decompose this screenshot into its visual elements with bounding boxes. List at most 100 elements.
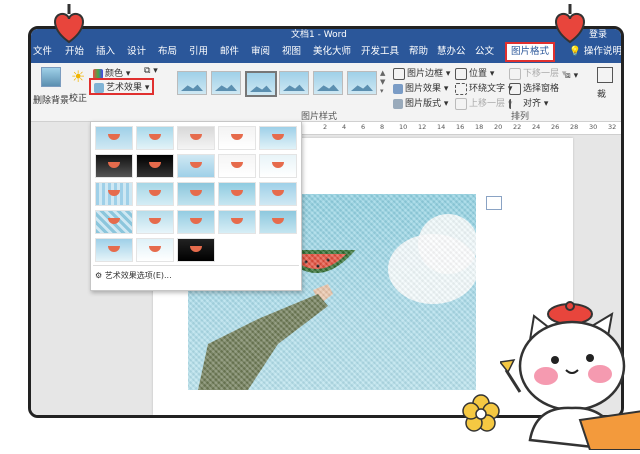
tell-me-search[interactable]: 💡 操作说明搜索 xyxy=(569,41,621,63)
title-bar: 文档1 - Word 登录 xyxy=(31,29,621,41)
options-icon: ⚙ xyxy=(95,271,103,280)
style-thumb[interactable] xyxy=(313,71,343,95)
ruler-tick-label: 22 xyxy=(513,123,522,131)
tab-file[interactable]: 文件 xyxy=(33,41,52,63)
artistic-effect-thumb[interactable] xyxy=(177,238,215,262)
ruler-tick-label: 8 xyxy=(380,123,385,131)
artistic-effect-thumb[interactable] xyxy=(218,210,256,234)
tab-gongwen[interactable]: 公文 xyxy=(475,41,494,63)
artistic-effect-thumb[interactable] xyxy=(218,182,256,206)
artistic-effect-thumb[interactable] xyxy=(95,238,133,262)
corrections-label: 校正 xyxy=(69,94,88,104)
ruler-tick-label: 20 xyxy=(494,123,503,131)
artistic-effect-thumb[interactable] xyxy=(218,154,256,178)
arrange-group-label: 排列 xyxy=(511,112,530,122)
style-thumb[interactable] xyxy=(245,71,277,97)
corrections-button[interactable]: ☀ 校正 xyxy=(69,67,87,104)
style-thumb[interactable] xyxy=(211,71,241,95)
effects-icon xyxy=(393,83,403,94)
style-thumb[interactable] xyxy=(347,71,377,95)
remove-background-icon xyxy=(41,67,61,87)
tab-mailings[interactable]: 邮件 xyxy=(220,41,239,63)
tab-view[interactable]: 视图 xyxy=(282,41,301,63)
artistic-effect-thumb[interactable] xyxy=(95,126,133,150)
send-backward-button[interactable]: 下移一层 ▾ xyxy=(509,66,566,80)
remove-background-label: 删除背景 xyxy=(33,96,70,106)
artistic-effect-thumb[interactable] xyxy=(95,210,133,234)
position-icon xyxy=(455,67,467,80)
window-title: 文档1 - Word xyxy=(291,30,347,40)
artistic-effect-thumb[interactable] xyxy=(136,238,174,262)
align-icon xyxy=(509,98,521,109)
selection-pane-icon xyxy=(509,82,521,95)
crop-icon xyxy=(597,67,613,83)
group-button[interactable]: ⧈ ▾ xyxy=(565,71,578,81)
tab-review[interactable]: 审阅 xyxy=(251,41,270,63)
bring-forward-button[interactable]: 上移一层 ▾ xyxy=(455,96,512,110)
ribbon-tabs: 文件 开始 插入 设计 布局 引用 邮件 审阅 视图 美化大师 开发工具 帮助 … xyxy=(31,41,621,63)
tab-home[interactable]: 开始 xyxy=(65,41,84,63)
style-thumb[interactable] xyxy=(279,71,309,95)
layout-options-icon[interactable] xyxy=(486,196,502,210)
sun-icon: ☀ xyxy=(71,67,86,86)
style-thumb[interactable] xyxy=(177,71,207,95)
picture-border-button[interactable]: 图片边框 ▾ xyxy=(393,66,450,80)
artistic-effect-thumb[interactable] xyxy=(218,126,256,150)
tab-help[interactable]: 帮助 xyxy=(409,41,428,63)
tab-picture-format[interactable]: 图片格式 xyxy=(504,42,556,62)
color-button[interactable]: 颜色 ▾ xyxy=(93,66,130,79)
artistic-effects-options[interactable]: ⚙ 艺术效果选项(E)... xyxy=(95,270,172,281)
tab-beautify[interactable]: 美化大师 xyxy=(313,41,351,63)
artistic-effect-thumb[interactable] xyxy=(136,126,174,150)
ruler-tick-label: 4 xyxy=(342,123,347,131)
ruler-tick-label: 24 xyxy=(532,123,541,131)
ruler-tick-label: 28 xyxy=(570,123,579,131)
tab-design[interactable]: 设计 xyxy=(127,41,146,63)
tab-insert[interactable]: 插入 xyxy=(96,41,115,63)
signin-link[interactable]: 登录 xyxy=(589,29,607,41)
artistic-effect-thumb[interactable] xyxy=(259,154,297,178)
color-icon xyxy=(93,68,103,79)
artistic-effects-button[interactable]: 艺术效果 ▾ xyxy=(88,78,155,95)
heart-sticker-left xyxy=(50,4,88,44)
bring-forward-icon xyxy=(455,97,467,110)
border-icon xyxy=(393,67,405,80)
position-button[interactable]: 位置 ▾ xyxy=(455,66,494,80)
selection-pane-button[interactable]: 选择窗格 xyxy=(509,81,559,95)
tab-layout[interactable]: 布局 xyxy=(158,41,177,63)
ruler-tick-label: 30 xyxy=(589,123,598,131)
picture-styles-group-label: 图片样式 xyxy=(301,112,338,122)
artistic-effect-thumb[interactable] xyxy=(95,154,133,178)
artistic-effect-thumb[interactable] xyxy=(136,210,174,234)
compress-pictures-icon[interactable]: ⧉ ▾ xyxy=(144,66,158,76)
flower-sticker xyxy=(462,394,500,432)
artistic-effect-thumb[interactable] xyxy=(177,154,215,178)
crop-label: 裁 xyxy=(597,90,607,100)
artistic-effect-thumb[interactable] xyxy=(177,210,215,234)
artistic-effect-thumb[interactable] xyxy=(136,182,174,206)
ribbon: 删除背景 ☀ 校正 颜色 ▾ 艺术效果 ▾ ⧉ ▾ ▲ ▼ ▾ 图片边框 ▾ 图片效… xyxy=(31,63,621,122)
artistic-effect-thumb[interactable] xyxy=(177,182,215,206)
tab-developer[interactable]: 开发工具 xyxy=(361,41,399,63)
remove-background-button[interactable]: 删除背景 xyxy=(33,67,69,106)
artistic-effect-thumb[interactable] xyxy=(259,126,297,150)
ruler-tick-label: 26 xyxy=(551,123,560,131)
tab-references[interactable]: 引用 xyxy=(189,41,208,63)
wrap-text-button[interactable]: 环绕文字 ▾ xyxy=(455,81,512,95)
align-button[interactable]: 对齐 ▾ xyxy=(509,96,548,109)
picture-effects-button[interactable]: 图片效果 ▾ xyxy=(393,81,448,94)
ruler-tick-label: 14 xyxy=(437,123,446,131)
heart-sticker-right xyxy=(551,4,589,44)
tab-huibangong[interactable]: 慧办公 xyxy=(437,41,466,63)
picture-layout-button[interactable]: 图片版式 ▾ xyxy=(393,96,448,109)
cat-sticker xyxy=(498,300,640,452)
crop-button[interactable]: 裁 xyxy=(597,67,613,100)
artistic-effect-thumb[interactable] xyxy=(259,210,297,234)
gallery-scroll-icon[interactable]: ▲ ▼ ▾ xyxy=(380,69,385,96)
artistic-effect-thumb[interactable] xyxy=(136,154,174,178)
ruler-tick-label: 32 xyxy=(608,123,617,131)
artistic-effect-thumb[interactable] xyxy=(95,182,133,206)
artistic-effect-thumb[interactable] xyxy=(177,126,215,150)
layout-icon xyxy=(393,98,403,109)
artistic-effect-thumb[interactable] xyxy=(259,182,297,206)
